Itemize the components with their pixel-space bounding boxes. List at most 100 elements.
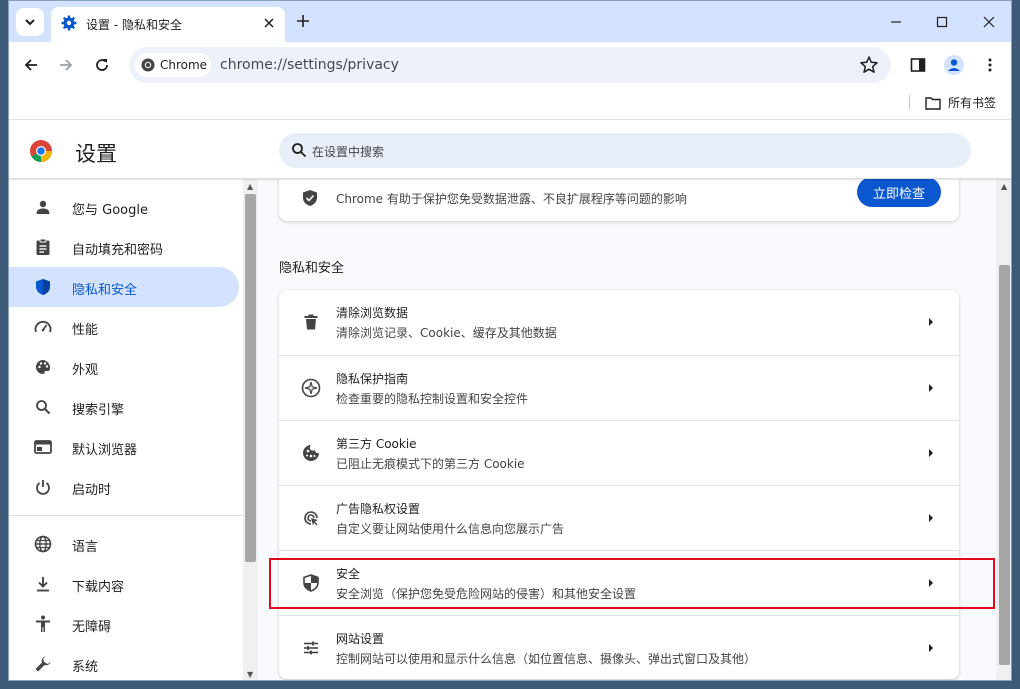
sidebar-divider <box>9 515 243 516</box>
accessibility-icon <box>33 614 53 634</box>
row-title: 隐私保护指南 <box>336 372 409 386</box>
side-panel-button[interactable] <box>905 52 931 78</box>
reload-button[interactable] <box>89 52 115 78</box>
download-icon <box>33 574 53 594</box>
sidebar-item-languages[interactable]: 语言 <box>9 524 239 564</box>
sidebar-item-label: 性能 <box>72 323 99 338</box>
palette-icon <box>33 357 53 377</box>
menu-button[interactable] <box>977 52 1003 78</box>
divider <box>909 95 910 109</box>
row-title: 网站设置 <box>336 632 385 646</box>
all-bookmarks-label: 所有书签 <box>948 96 997 110</box>
sidebar-item-label: 无障碍 <box>72 620 112 635</box>
main-scrollbar[interactable]: ▲ <box>996 179 1011 680</box>
omnibox[interactable]: Chrome chrome://settings/privacy <box>129 47 891 83</box>
title-bar: 设置 - 隐私和安全 <box>9 1 1011 42</box>
sidebar-item-label: 启动时 <box>72 483 112 498</box>
toolbar: Chrome chrome://settings/privacy <box>9 42 1011 88</box>
url-text: chrome://settings/privacy <box>220 57 399 73</box>
person-icon <box>33 197 53 217</box>
speedometer-icon <box>33 317 53 337</box>
sidebar-item-label: 搜索引擎 <box>72 403 125 418</box>
privacy-card: 清除浏览数据 清除浏览记录、Cookie、缓存及其他数据 隐私保护指南 检查重要… <box>279 290 959 679</box>
minimize-icon <box>891 20 901 23</box>
scroll-down-arrow[interactable]: ▼ <box>247 670 253 679</box>
tab-title: 设置 - 隐私和安全 <box>86 18 182 32</box>
row-privacy-guide[interactable]: 隐私保护指南 检查重要的隐私控制设置和安全控件 <box>279 355 959 420</box>
forward-button[interactable] <box>53 52 79 78</box>
row-title: 清除浏览数据 <box>336 306 409 320</box>
sidebar-item-performance[interactable]: 性能 <box>9 307 239 347</box>
star-icon[interactable] <box>859 55 879 75</box>
row-title: 广告隐私权设置 <box>336 502 421 516</box>
maximize-button[interactable] <box>919 1 965 42</box>
tab-settings[interactable]: 设置 - 隐私和安全 <box>51 7 285 42</box>
sidebar-item-label: 您与 Google <box>72 203 148 218</box>
scroll-up-arrow[interactable]: ▲ <box>247 182 253 191</box>
row-subtitle: 安全浏览（保护您免受危险网站的侵害）和其他安全设置 <box>336 587 637 601</box>
close-tab-button[interactable] <box>259 13 279 33</box>
sidebar-item-default-browser[interactable]: 默认浏览器 <box>9 427 239 467</box>
sidebar-item-label: 语言 <box>72 540 99 555</box>
sidebar-item-label: 默认浏览器 <box>72 443 138 458</box>
sidebar-item-label: 自动填充和密码 <box>72 243 164 258</box>
scroll-up-arrow[interactable]: ▲ <box>1001 182 1007 191</box>
security-shield-icon <box>300 572 322 594</box>
sliders-icon <box>300 637 322 659</box>
settings-header: 设置 在设置中搜索 <box>9 121 1011 179</box>
tab-search-button[interactable] <box>16 8 44 36</box>
all-bookmarks-button[interactable]: 所有书签 <box>925 94 996 111</box>
scrollbar-thumb[interactable] <box>999 265 1010 665</box>
close-icon <box>264 18 274 28</box>
minimize-button[interactable] <box>873 1 919 42</box>
check-now-button[interactable]: 立即检查 <box>857 179 941 207</box>
chip-label: Chrome <box>160 58 208 72</box>
side-panel-icon <box>910 58 926 72</box>
close-window-button[interactable] <box>966 1 1011 42</box>
sidebar-item-system[interactable]: 系统 <box>9 644 239 680</box>
arrow-right-icon <box>929 644 933 652</box>
search-icon <box>33 397 53 417</box>
sidebar-item-search-engine[interactable]: 搜索引擎 <box>9 387 239 427</box>
back-button[interactable] <box>18 52 44 78</box>
row-ad-privacy[interactable]: 广告隐私权设置 自定义要让网站使用什么信息向您展示广告 <box>279 485 959 550</box>
sidebar-item-on-startup[interactable]: 启动时 <box>9 467 239 507</box>
sidebar-item-downloads[interactable]: 下载内容 <box>9 564 239 604</box>
row-subtitle: 控制网站可以使用和显示什么信息（如位置信息、摄像头、弹出式窗口及其他） <box>336 652 757 666</box>
row-third-party-cookies[interactable]: 第三方 Cookie 已阻止无痕模式下的第三方 Cookie <box>279 420 959 485</box>
sidebar-scrollbar[interactable]: ▲ ▼ <box>243 179 258 680</box>
arrow-right-icon <box>929 514 933 522</box>
scrollbar-thumb[interactable] <box>245 194 256 562</box>
power-icon <box>33 477 53 497</box>
row-security[interactable]: 安全 安全浏览（保护您免受危险网站的侵害）和其他安全设置 <box>279 550 959 615</box>
profile-button[interactable] <box>941 52 967 78</box>
wrench-icon <box>33 654 53 674</box>
shield-icon <box>303 190 317 206</box>
browser-icon <box>33 437 53 457</box>
globe-icon <box>33 534 53 554</box>
chevron-down-icon <box>25 19 35 26</box>
clipboard-icon <box>33 237 53 257</box>
row-site-settings[interactable]: 网站设置 控制网站可以使用和显示什么信息（如位置信息、摄像头、弹出式窗口及其他） <box>279 615 959 680</box>
row-clear-browsing-data[interactable]: 清除浏览数据 清除浏览记录、Cookie、缓存及其他数据 <box>279 290 959 355</box>
sidebar-item-privacy[interactable]: 隐私和安全 <box>9 267 239 307</box>
sidebar-item-autofill[interactable]: 自动填充和密码 <box>9 227 239 267</box>
new-tab-button[interactable] <box>291 9 315 33</box>
sidebar-item-accessibility[interactable]: 无障碍 <box>9 604 239 644</box>
ads-icon <box>300 507 322 529</box>
cookie-icon <box>300 442 322 464</box>
sidebar-item-appearance[interactable]: 外观 <box>9 347 239 387</box>
compass-icon <box>300 377 322 399</box>
page-title: 设置 <box>75 142 117 166</box>
row-subtitle: 自定义要让网站使用什么信息向您展示广告 <box>336 522 565 536</box>
close-icon <box>983 16 995 27</box>
section-title: 隐私和安全 <box>279 261 345 276</box>
sidebar-item-you-and-google[interactable]: 您与 Google <box>9 187 239 227</box>
row-title: 第三方 Cookie <box>336 437 417 451</box>
site-info-chip[interactable]: Chrome <box>135 53 211 77</box>
sidebar-item-label: 下载内容 <box>72 580 125 595</box>
row-subtitle: 已阻止无痕模式下的第三方 Cookie <box>336 457 525 471</box>
settings-search-input[interactable]: 在设置中搜索 <box>279 133 971 168</box>
arrow-right-icon <box>60 59 73 71</box>
arrow-right-icon <box>929 318 933 326</box>
